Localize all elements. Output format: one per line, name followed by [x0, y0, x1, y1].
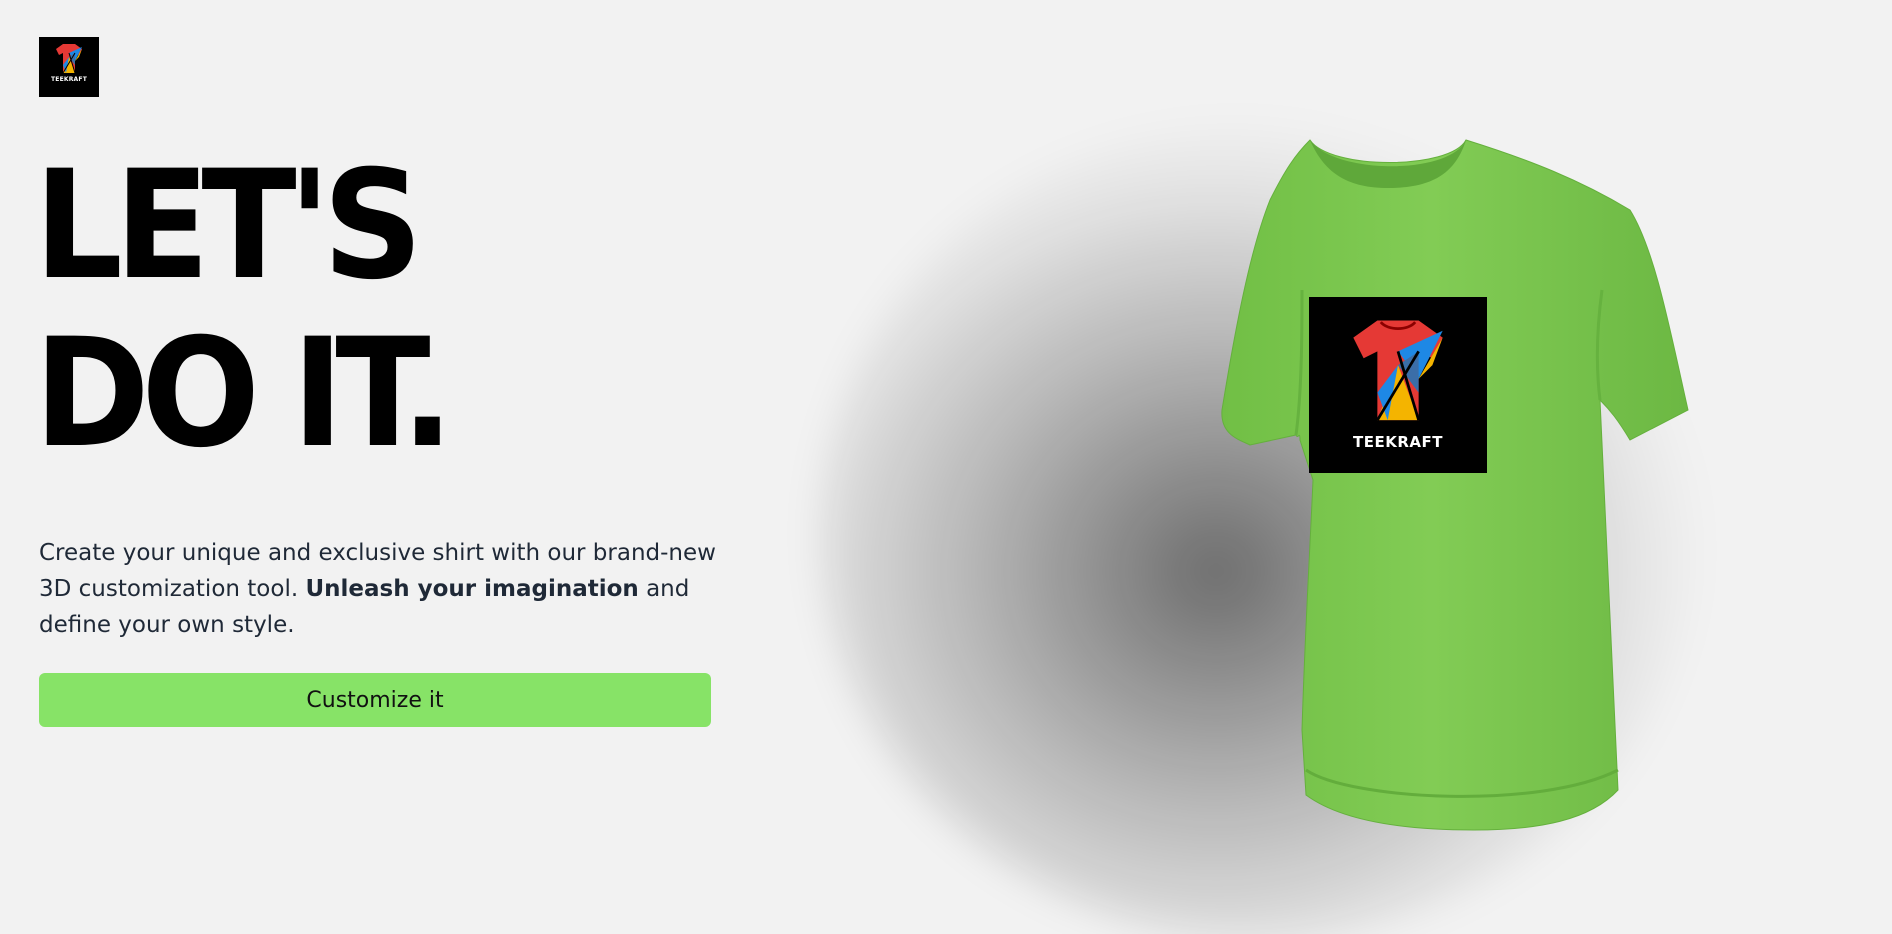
tshirt-mosaic-icon	[1353, 320, 1443, 421]
tshirt-3d-preview[interactable]	[1070, 130, 1720, 850]
print-wordmark: TEEKRAFT	[1353, 433, 1443, 451]
logo-wordmark: TEEKRAFT	[51, 76, 87, 83]
brand-logo[interactable]: TEEKRAFT	[39, 37, 99, 97]
hero-headline: LET'S DO IT.	[34, 139, 454, 481]
customize-button[interactable]: Customize it	[39, 673, 711, 727]
headline-line-2: DO IT.	[34, 307, 454, 481]
headline-line-1: LET'S	[34, 139, 423, 313]
tshirt-mosaic-icon	[56, 44, 82, 74]
desc-emphasis: Unleash your imagination	[305, 576, 639, 602]
landing-page: TEEKRAFT LET'S DO IT. Create your unique…	[0, 0, 1892, 934]
hero-description: Create your unique and exclusive shirt w…	[39, 535, 719, 643]
shirt-print-logo[interactable]: TEEKRAFT	[1309, 297, 1487, 473]
